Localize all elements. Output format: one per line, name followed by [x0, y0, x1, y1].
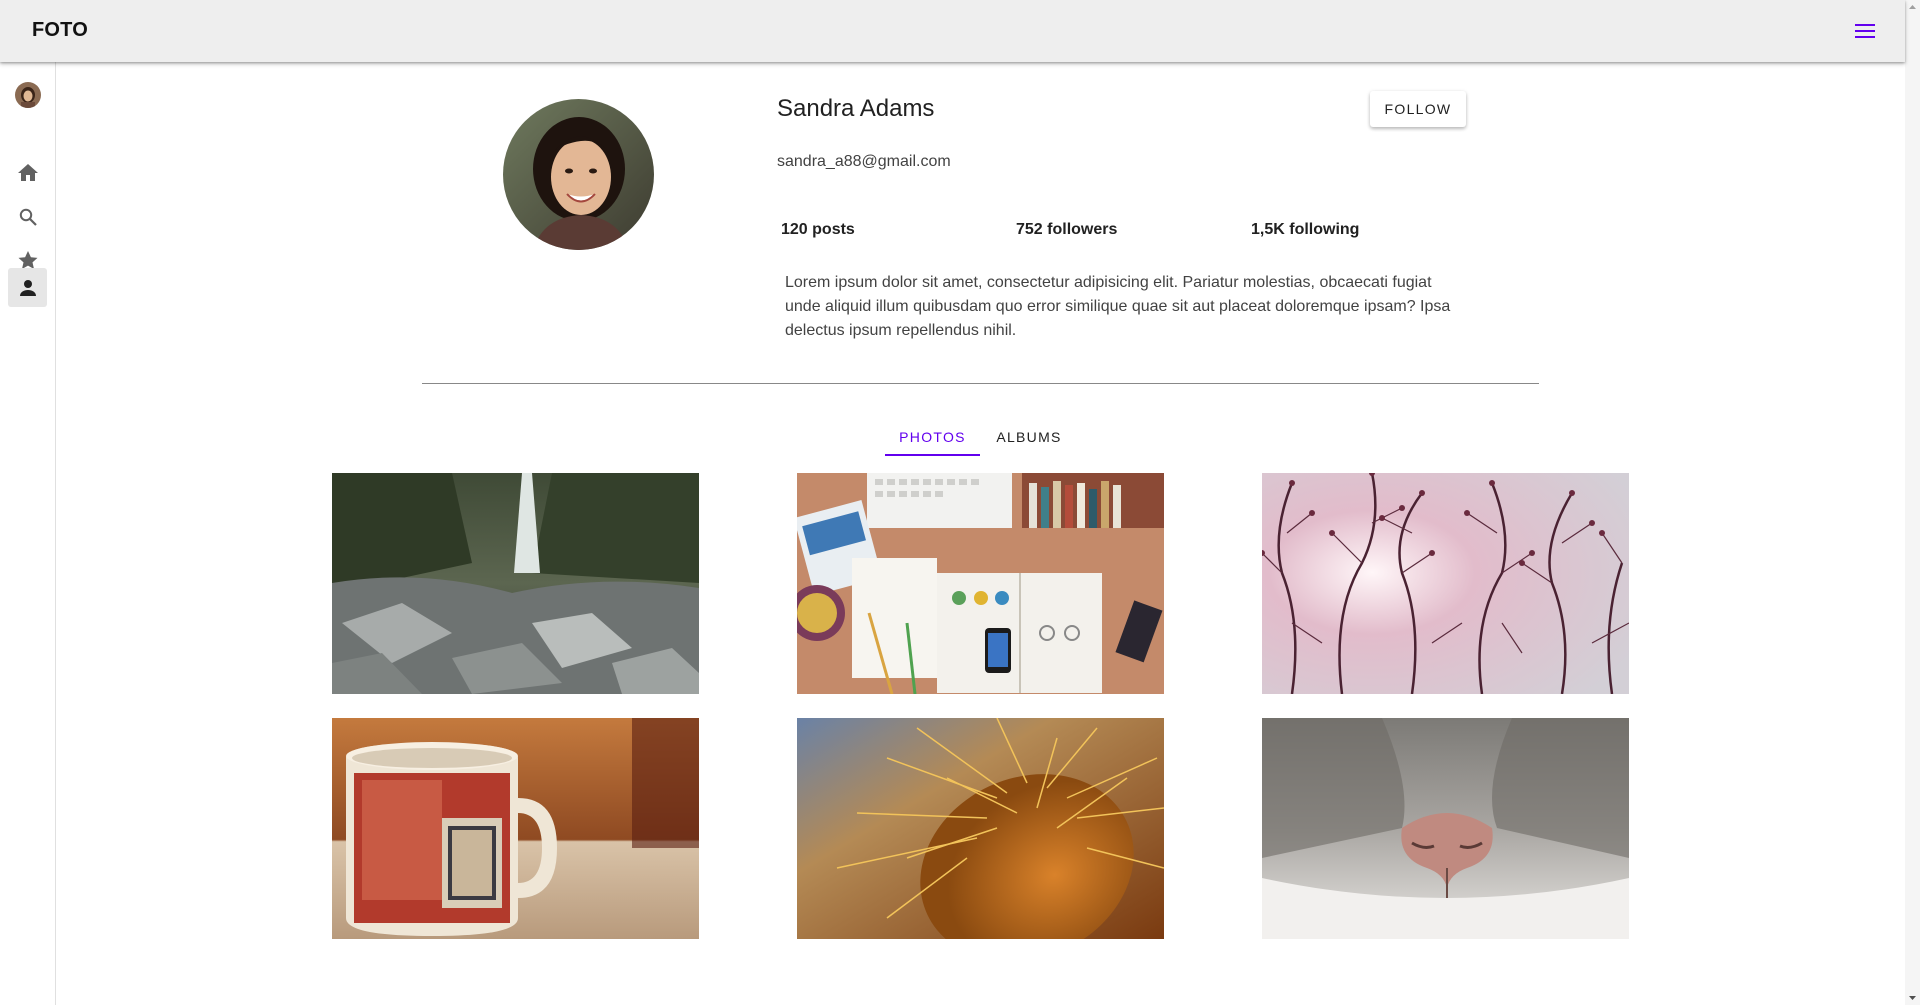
photo-mug[interactable]	[332, 718, 699, 939]
scrollbar[interactable]	[1905, 0, 1920, 1005]
app-bar: FOTO	[0, 0, 1905, 62]
search-icon	[19, 208, 37, 226]
sidebar-item-search[interactable]	[8, 197, 47, 236]
home-icon	[17, 163, 38, 181]
profile-email: sandra_a88@gmail.com	[777, 153, 951, 170]
photo-branches[interactable]	[1262, 473, 1629, 694]
sidebar-item-home[interactable]	[8, 153, 47, 192]
followers-count: 752 followers	[1016, 221, 1118, 238]
photo-waterfall[interactable]	[332, 473, 699, 694]
menu-button[interactable]	[1850, 16, 1880, 46]
tab-albums[interactable]: ALBUMS	[980, 417, 1078, 457]
profile-avatar	[503, 99, 654, 250]
tab-photos[interactable]: PHOTOS	[885, 417, 980, 457]
scroll-down-arrow-icon[interactable]	[1908, 993, 1917, 1002]
menu-icon	[1855, 24, 1875, 38]
tab-indicator	[885, 454, 980, 456]
follow-button[interactable]: FOLLOW	[1370, 91, 1466, 127]
person-icon	[19, 279, 36, 296]
profile-name: Sandra Adams	[777, 95, 935, 122]
following-count: 1,5K following	[1251, 221, 1360, 238]
sidebar-item-profile[interactable]	[8, 268, 47, 307]
divider	[422, 383, 1539, 384]
photo-desk[interactable]	[797, 473, 1164, 694]
sidebar	[0, 62, 56, 1005]
scroll-up-arrow-icon[interactable]	[1908, 3, 1917, 12]
photo-cat-nose[interactable]	[1262, 718, 1629, 939]
posts-count: 120 posts	[781, 221, 855, 238]
photo-cactus[interactable]	[797, 718, 1164, 939]
sidebar-avatar[interactable]	[15, 82, 41, 108]
app-title: FOTO	[32, 19, 88, 41]
profile-bio: Lorem ipsum dolor sit amet, consectetur …	[785, 274, 1451, 339]
